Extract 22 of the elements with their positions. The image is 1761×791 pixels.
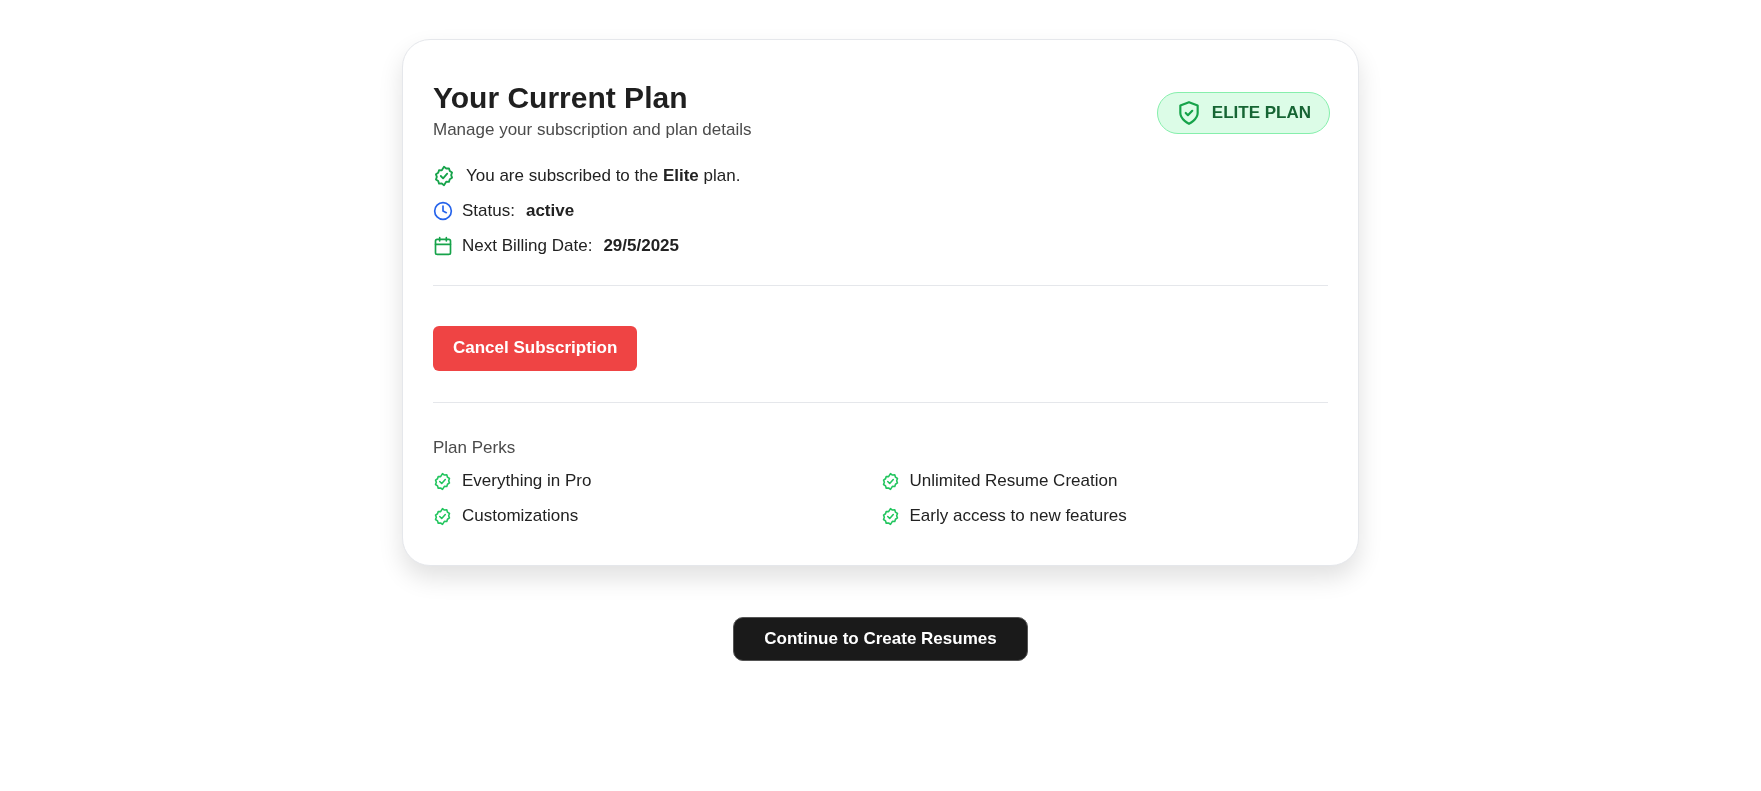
perk-text: Early access to new features	[909, 505, 1127, 528]
cancel-subscription-button[interactable]: Cancel Subscription	[433, 325, 638, 371]
subscription-message: You are subscribed to the Elite plan.	[466, 164, 741, 187]
perk-text: Unlimited Resume Creation	[909, 470, 1118, 493]
status-label: Status:	[462, 199, 515, 222]
perks-heading: Plan Perks	[433, 436, 517, 459]
calendar-icon	[433, 235, 453, 256]
billing-label: Next Billing Date:	[462, 234, 593, 257]
badge-label: ELITE PLAN	[1211, 102, 1311, 125]
plan-subtitle: Manage your subscription and plan details	[433, 119, 752, 141]
check-badge-icon	[433, 164, 455, 187]
billing-value: 29/5/2025	[603, 234, 680, 257]
perk-text: Everything in Pro	[462, 470, 592, 493]
check-badge-icon	[433, 506, 452, 526]
check-badge-icon	[880, 471, 900, 491]
check-badge-icon	[433, 471, 452, 491]
perk-text: Customizations	[462, 505, 579, 528]
check-badge-icon	[880, 506, 900, 526]
clock-icon	[433, 200, 453, 221]
continue-button[interactable]: Continue to Create Resumes	[733, 617, 1028, 661]
plan-title: Your Current Plan	[433, 80, 689, 116]
status-value: active	[525, 199, 575, 222]
